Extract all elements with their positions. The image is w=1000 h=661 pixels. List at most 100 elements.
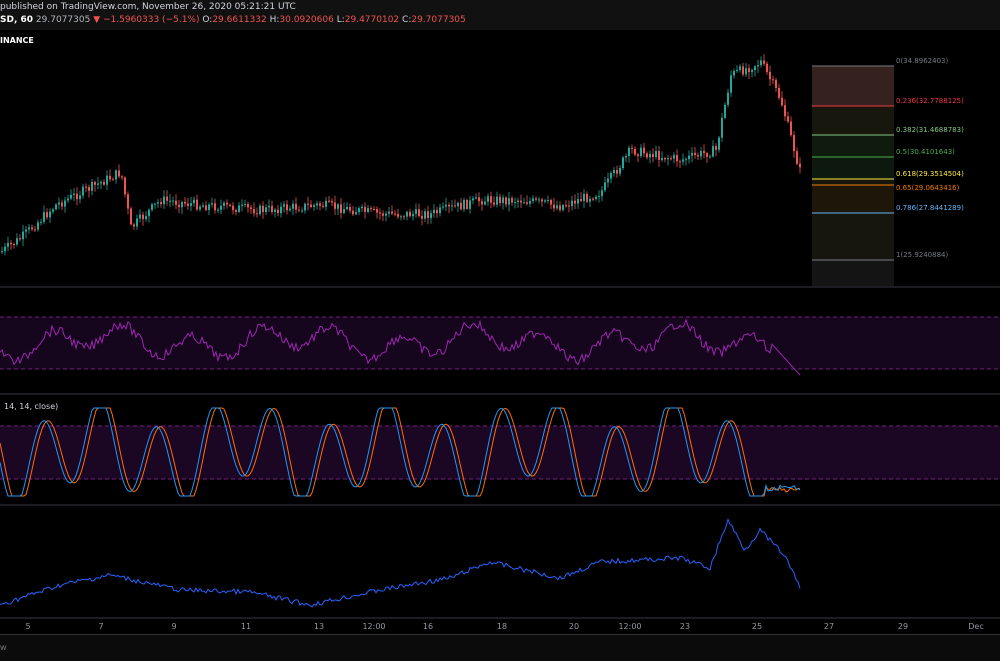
candle-body [457,202,459,207]
candle-body [664,157,666,160]
candle-body [370,207,372,209]
candle-body [574,200,576,204]
candle-body [85,186,87,188]
candle-body [490,196,492,203]
candle-body [553,204,555,209]
fib-zone [812,66,894,106]
candle-body [67,198,69,201]
candle-body [592,198,594,200]
candle-body [400,216,402,218]
candle-body [367,207,369,212]
price-chart-canvas[interactable]: 0(34.8962403) 0.236(32.7788125) 0.382(31.4… [0,0,1000,634]
candle-body [571,200,573,207]
candle-body [769,71,771,80]
candle-body [94,181,96,185]
fib-level-label: 1(25.9240884) [896,251,948,259]
candle-body [706,153,708,157]
time-axis-label: 7 [98,622,104,631]
candle-body [166,196,168,201]
candle-body [649,153,651,158]
candle-body [448,204,450,207]
time-axis-label: 25 [751,622,763,631]
candle-body [277,209,279,214]
candle-body [274,209,276,212]
candle-body [469,200,471,209]
candle-body [205,205,207,211]
candle-body [328,200,330,202]
candle-body [196,199,198,210]
candle-body [742,66,744,75]
candle-body [397,213,399,217]
candle-body [373,208,375,210]
candle-body [532,198,534,202]
candle-body [217,209,219,211]
candle-body [580,199,582,202]
candle-body [10,242,12,245]
candle-body [358,208,360,213]
stoch-band [0,426,1000,479]
candle-body [688,155,690,160]
candle-body [598,196,600,198]
candle-body [616,169,618,174]
candle-body [667,158,669,160]
candle-body [682,159,684,162]
candle-body [550,199,552,205]
candle-body [493,202,495,205]
obv-line [0,517,801,608]
candle-body [118,170,120,177]
candle-body [145,216,147,220]
fib-zone [812,260,894,286]
candle-body [658,150,660,160]
time-axis-label: 12:00 [362,622,386,631]
candle-body [418,209,420,217]
candle-body [124,177,126,195]
candle-body [322,205,324,207]
candle-body [160,202,162,205]
candle-body [37,222,39,230]
candle-body [214,203,216,211]
candle-body [526,202,528,204]
candle-body [439,207,441,214]
time-axis-label: 13 [313,622,325,631]
candle-body [628,147,630,156]
candle-body [19,238,21,240]
candle-body [484,201,486,205]
candle-body [406,211,408,217]
candle-body [424,211,426,219]
candle-body [472,198,474,201]
candle-body [556,205,558,209]
candle-body [739,66,741,70]
candle-body [319,203,321,206]
candle-body [307,203,309,205]
candle-body [301,210,303,212]
fib-level-label: 0.5(30.4101643) [896,148,955,156]
candle-body [352,210,354,215]
candle-body [130,208,132,225]
candle-body [169,200,171,202]
time-axis-label: 5 [25,622,31,631]
candle-body [637,154,639,157]
candle-body [622,157,624,169]
candle-body [280,206,282,214]
candle-body [760,60,762,66]
candle-body [295,203,297,210]
candle-body [31,227,33,230]
candle-body [175,200,177,205]
candle-body [460,202,462,210]
candle-body [793,135,795,152]
candle-body [304,203,306,211]
fib-zone [812,157,894,179]
candle-body [475,197,477,199]
candle-body [46,212,48,218]
candle-body [193,199,195,204]
candle-body [115,170,117,180]
candle-body [640,147,642,157]
candle-body [568,205,570,207]
candle-body [790,121,792,136]
time-axis-label: 29 [897,622,909,631]
candle-body [676,155,678,162]
candle-body [430,213,432,219]
fib-retracement[interactable]: 0(34.8962403) 0.236(32.7788125) 0.382(31.4… [812,57,964,286]
candle-body [391,211,393,214]
candle-body [289,208,291,211]
